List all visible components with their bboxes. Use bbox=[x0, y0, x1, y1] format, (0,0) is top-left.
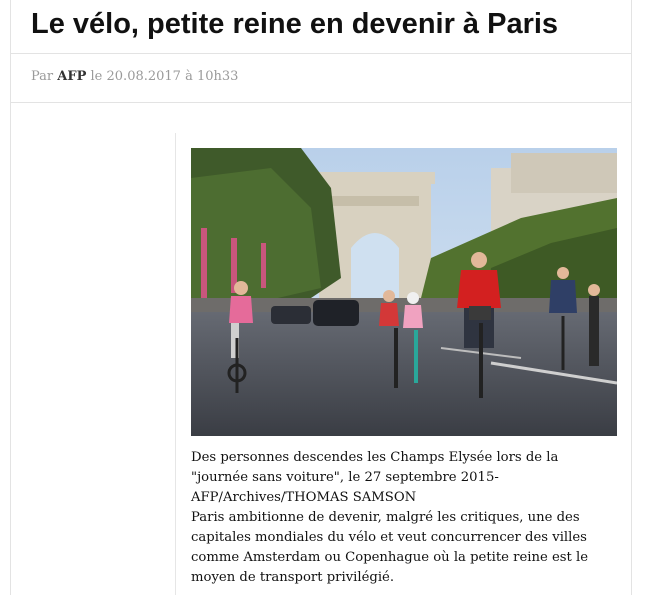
article-title: Le vélo, petite reine en devenir à Paris bbox=[31, 8, 559, 40]
photo-icon bbox=[191, 148, 617, 436]
publish-date: 20.08.2017 à 10h33 bbox=[106, 69, 239, 84]
byline: Par AFP le 20.08.2017 à 10h33 bbox=[31, 69, 238, 84]
byline-date-prefix: le bbox=[90, 69, 103, 84]
photo-caption: Des personnes descendes les Champs Elysé… bbox=[191, 448, 617, 588]
byline-prefix: Par bbox=[31, 69, 54, 84]
article-photo[interactable] bbox=[191, 148, 617, 436]
column-divider bbox=[175, 133, 176, 595]
divider bbox=[10, 102, 632, 103]
caption-text: Des personnes descendes les Champs Elysé… bbox=[191, 450, 559, 505]
divider bbox=[10, 53, 632, 54]
author-link[interactable]: AFP bbox=[57, 69, 86, 84]
article-lead: Paris ambitionne de devenir, malgré les … bbox=[191, 510, 589, 585]
